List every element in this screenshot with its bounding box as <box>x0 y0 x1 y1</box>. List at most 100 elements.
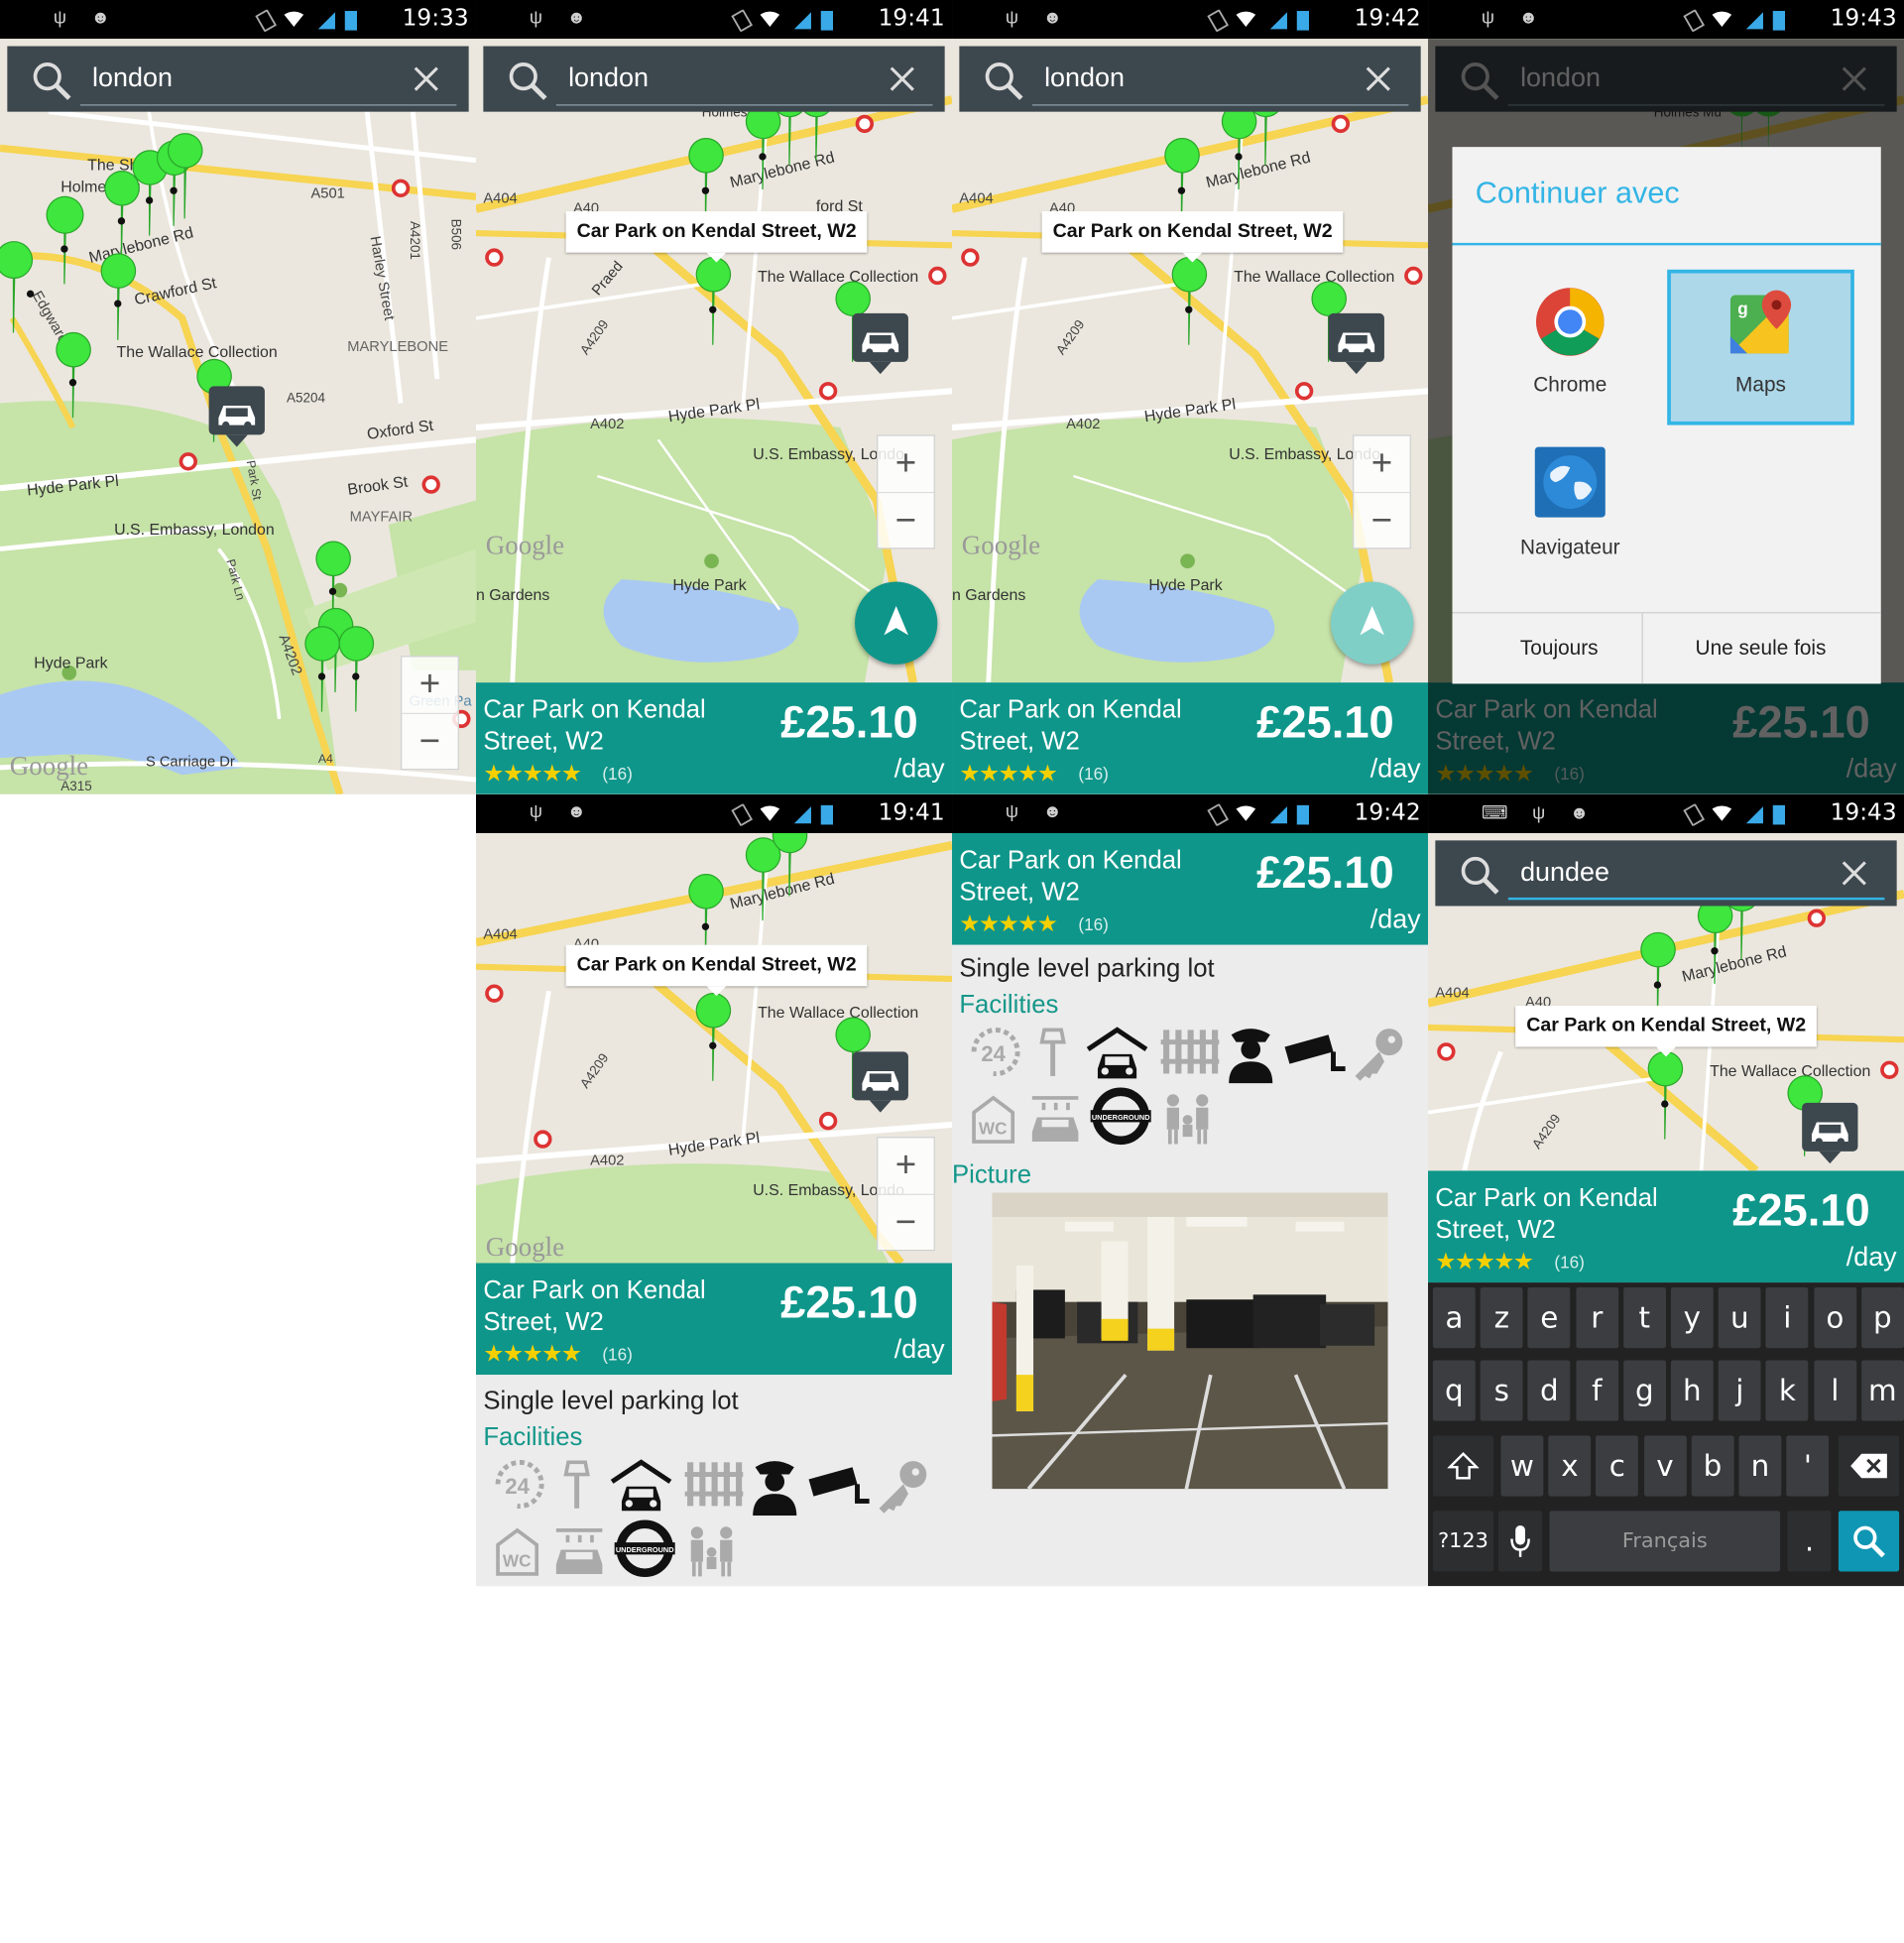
shift-key[interactable] <box>1432 1435 1494 1497</box>
key-j[interactable]: j <box>1718 1360 1761 1421</box>
key-o[interactable]: o <box>1813 1286 1856 1349</box>
key-p[interactable]: p <box>1860 1286 1904 1349</box>
rating-stars: ★★★★★ <box>1435 1250 1533 1275</box>
dialog-divider <box>1452 242 1881 246</box>
search-input[interactable]: dundee <box>1520 856 1609 888</box>
keyboard-usb-android-icons: ⌨ ψ ☻ <box>1481 802 1600 824</box>
clock: 19:42 <box>1354 4 1421 32</box>
car-park-marker-icon[interactable] <box>1328 312 1384 375</box>
navigate-button[interactable] <box>855 581 938 665</box>
screen-7-search-keyboard: ⌨ ψ ☻ 19:43 Marylebone Rd A404 A40 The W… <box>1428 793 1904 1587</box>
covered-parking-icon <box>1086 1025 1149 1093</box>
key-h[interactable]: h <box>1670 1360 1714 1421</box>
voice-input-key[interactable] <box>1498 1511 1543 1572</box>
search-input[interactable]: london <box>568 61 649 93</box>
app-label: Navigateur <box>1519 536 1620 559</box>
car-park-photo[interactable] <box>992 1192 1388 1490</box>
key-apostrophe[interactable]: ' <box>1786 1435 1830 1497</box>
key-d[interactable]: d <box>1527 1360 1571 1421</box>
details-panel[interactable]: Single level parking lot Facilities 24 W… <box>476 1375 953 1587</box>
navigate-button[interactable] <box>1331 581 1414 665</box>
listing-header[interactable]: Car Park on Kendal Street, W2 £25.10 /day… <box>476 1263 953 1376</box>
search-bar: dundee <box>1435 840 1897 907</box>
key-k[interactable]: k <box>1765 1360 1809 1421</box>
key-n[interactable]: n <box>1738 1435 1782 1497</box>
zoom-out-button[interactable]: − <box>402 712 458 771</box>
app-option-chrome[interactable]: Chrome <box>1477 274 1664 429</box>
listing-name: Car Park on KendalStreet, W2 <box>483 695 706 756</box>
always-button[interactable]: Toujours <box>1453 613 1667 683</box>
info-window[interactable]: Car Park on Kendal Street, W2 <box>565 211 868 263</box>
key-g[interactable]: g <box>1622 1360 1666 1421</box>
car-park-marker-icon[interactable] <box>1802 1102 1858 1164</box>
map-view[interactable]: Holmes Mu Marylebone Rd A404 A40 ford St… <box>476 39 953 683</box>
info-window[interactable]: Car Park on Kendal Street, W2 <box>1041 211 1344 263</box>
key-f[interactable]: f <box>1575 1360 1618 1421</box>
zoom-out-button[interactable]: − <box>878 491 934 549</box>
info-window[interactable]: Car Park on Kendal Street, W2 <box>1515 1005 1818 1057</box>
close-icon[interactable] <box>1841 860 1867 887</box>
zoom-out-button[interactable]: − <box>878 1193 934 1252</box>
key-i[interactable]: i <box>1765 1286 1809 1349</box>
status-bar: ψ ☻ 19:33 <box>0 0 477 40</box>
facilities-heading: Facilities <box>959 991 1059 1020</box>
zoom-in-button[interactable]: + <box>402 657 457 712</box>
period-key[interactable]: . <box>1787 1511 1832 1572</box>
pin-icon <box>1697 898 1733 984</box>
search-input[interactable]: london <box>92 61 173 93</box>
gated-fence-icon <box>682 1457 744 1520</box>
zoom-out-button[interactable]: − <box>1354 491 1410 549</box>
lighting-icon <box>558 1457 595 1520</box>
search-input[interactable]: london <box>1044 61 1125 93</box>
key-l[interactable]: l <box>1813 1360 1856 1421</box>
app-option-maps[interactable]: g Maps <box>1667 269 1854 425</box>
zoom-in-button[interactable]: + <box>1354 436 1409 492</box>
key-y[interactable]: y <box>1670 1286 1714 1349</box>
key-b[interactable]: b <box>1691 1435 1734 1497</box>
screen-1-map: ψ ☻ 19:33 The Holmes Mu A501 Marylebone … <box>0 0 477 794</box>
listing-header[interactable]: Car Park on Kendal Street, W2 £25.10 /day… <box>952 682 1429 794</box>
map-view[interactable]: Marylebone Rd A404 A40 The Wallace Colle… <box>952 39 1429 683</box>
car-park-marker-icon[interactable] <box>208 386 265 447</box>
info-window[interactable]: Car Park on Kendal Street, W2 <box>565 944 868 997</box>
key-e[interactable]: e <box>1527 1286 1571 1349</box>
svg-text:24: 24 <box>505 1474 530 1499</box>
key-c[interactable]: c <box>1596 1435 1639 1497</box>
key-z[interactable]: z <box>1480 1286 1523 1349</box>
zoom-in-button[interactable]: + <box>878 1138 933 1193</box>
listing-name: Car Park on KendalStreet, W2 <box>1435 1183 1658 1244</box>
key-t[interactable]: t <box>1622 1286 1666 1349</box>
car-park-marker-icon[interactable] <box>852 312 908 375</box>
key-v[interactable]: v <box>1643 1435 1687 1497</box>
svg-text:24: 24 <box>981 1041 1006 1066</box>
key-r[interactable]: r <box>1575 1286 1618 1349</box>
just-once-button[interactable]: Une seule fois <box>1654 613 1868 683</box>
key-s[interactable]: s <box>1480 1360 1523 1421</box>
search-submit-key[interactable] <box>1838 1511 1900 1572</box>
backspace-key[interactable] <box>1838 1435 1900 1497</box>
listing-header[interactable]: Car Park on Kendal Street, W2 £25.10 /day… <box>1428 1170 1904 1283</box>
status-bar: ψ ☻ 19:41 <box>476 0 953 40</box>
map-view[interactable]: The Sherlock Holmes Mu A501 Marylebone R… <box>0 39 477 794</box>
key-w[interactable]: w <box>1500 1435 1544 1497</box>
search-icon <box>1461 856 1499 895</box>
close-icon[interactable] <box>413 65 439 92</box>
key-a[interactable]: a <box>1432 1286 1476 1349</box>
space-key[interactable]: Français <box>1549 1511 1781 1572</box>
close-icon[interactable] <box>1365 65 1391 92</box>
app-option-navigateur[interactable]: Navigateur <box>1477 433 1664 589</box>
car-park-marker-icon[interactable] <box>852 1051 908 1113</box>
key-q[interactable]: q <box>1432 1360 1476 1421</box>
listing-name: Car Park on KendalStreet, W2 <box>483 1275 706 1336</box>
key-x[interactable]: x <box>1548 1435 1592 1497</box>
listing-header[interactable]: Car Park on Kendal Street, W2 £25.10 /day… <box>952 833 1429 945</box>
close-icon[interactable] <box>889 65 915 92</box>
key-u[interactable]: u <box>1718 1286 1761 1349</box>
details-panel[interactable]: Single level parking lot Facilities 24 W… <box>952 944 1429 1587</box>
key-m[interactable]: m <box>1860 1360 1904 1421</box>
symbols-key[interactable]: ?123 <box>1432 1511 1494 1572</box>
map-view[interactable]: Marylebone Rd A404 A40 The Wallace Colle… <box>476 833 953 1264</box>
signal-wifi-battery-icon <box>255 9 358 32</box>
zoom-in-button[interactable]: + <box>878 436 933 492</box>
listing-header[interactable]: Car Park on Kendal Street, W2 £25.10 /day… <box>476 682 953 794</box>
